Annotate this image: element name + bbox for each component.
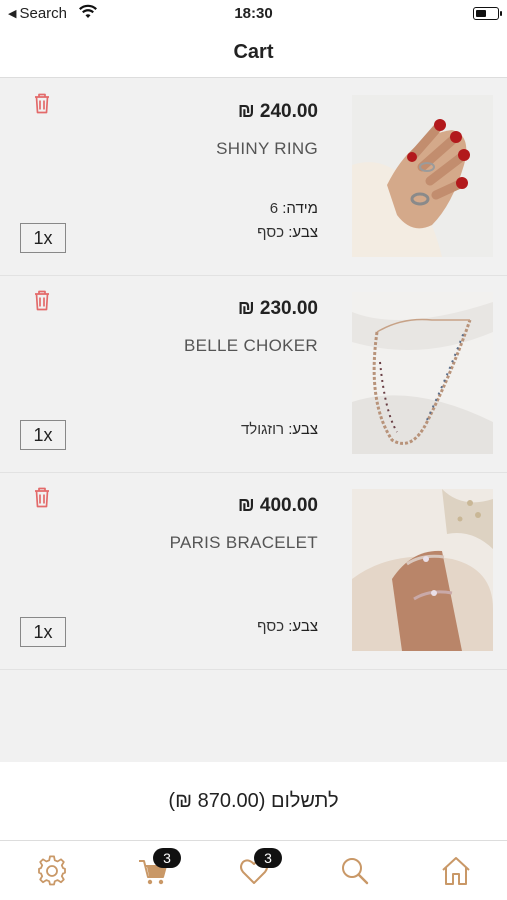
attribute-label: מידה:: [282, 200, 318, 217]
nav-bar: Cart: [0, 28, 507, 78]
ring-photo[interactable]: [352, 95, 493, 257]
item-attribute: צבע: רוזגולד: [241, 418, 318, 442]
tab-settings[interactable]: [36, 855, 68, 887]
tab-bar: 3 3: [0, 840, 507, 900]
cart-item: ₪ 400.00 PARIS BRACELET צבע: כסף 1x: [0, 473, 507, 670]
trash-icon[interactable]: [32, 91, 52, 115]
tab-wishlist[interactable]: 3: [238, 848, 282, 887]
home-icon: [442, 857, 470, 885]
item-price: ₪ 400.00: [237, 495, 318, 516]
item-price: ₪ 240.00: [237, 101, 318, 122]
attribute-label: צבע:: [288, 224, 318, 241]
item-name[interactable]: BELLE CHOKER: [184, 336, 318, 356]
attribute-value: כסף: [257, 618, 285, 635]
item-attributes: מידה: 6 צבע: כסף: [257, 197, 318, 245]
item-name[interactable]: SHINY RING: [216, 139, 318, 159]
wishlist-count-badge: 3: [254, 848, 282, 868]
quantity-selector[interactable]: 1x: [20, 617, 66, 647]
checkout-button[interactable]: לתשלום (870.00 ₪): [0, 762, 507, 840]
gear-icon: [38, 855, 66, 886]
quantity-selector[interactable]: 1x: [20, 420, 66, 450]
trash-icon[interactable]: [32, 485, 52, 509]
item-attribute: צבע: כסף: [257, 221, 318, 245]
attribute-label: צבע:: [288, 618, 318, 635]
page-title: Cart: [233, 41, 274, 63]
battery-icon: [473, 7, 502, 20]
tab-cart[interactable]: 3: [137, 848, 181, 887]
cart-count-badge: 3: [153, 848, 181, 868]
cart-list: ₪ 240.00 SHINY RING מידה: 6 צבע: כסף 1x: [0, 79, 507, 670]
status-bar: ◀ Search 18:30: [0, 0, 507, 28]
item-attributes: צבע: כסף: [257, 615, 318, 639]
cart-item: ₪ 230.00 BELLE CHOKER צבע: רוזגולד 1x: [0, 276, 507, 473]
attribute-value: רוזגולד: [240, 421, 285, 438]
attribute-label: צבע:: [288, 421, 318, 438]
clock: 18:30: [234, 5, 273, 22]
item-attributes: צבע: רוזגולד: [241, 418, 318, 442]
tab-search[interactable]: [339, 855, 371, 887]
trash-icon[interactable]: [32, 288, 52, 312]
bracelet-photo[interactable]: [352, 489, 493, 651]
attribute-value: כסף: [257, 224, 285, 241]
tab-home[interactable]: [440, 855, 472, 887]
choker-photo[interactable]: [352, 292, 493, 454]
item-price: ₪ 230.00: [237, 298, 318, 319]
cart-item: ₪ 240.00 SHINY RING מידה: 6 צבע: כסף 1x: [0, 79, 507, 276]
item-name[interactable]: PARIS BRACELET: [170, 533, 318, 553]
item-attribute: צבע: כסף: [257, 615, 318, 639]
checkout-label: לתשלום (870.00 ₪): [168, 789, 339, 812]
search-icon: [342, 858, 369, 885]
item-attribute: מידה: 6: [257, 197, 318, 221]
quantity-selector[interactable]: 1x: [20, 223, 66, 253]
attribute-value: 6: [269, 200, 279, 217]
